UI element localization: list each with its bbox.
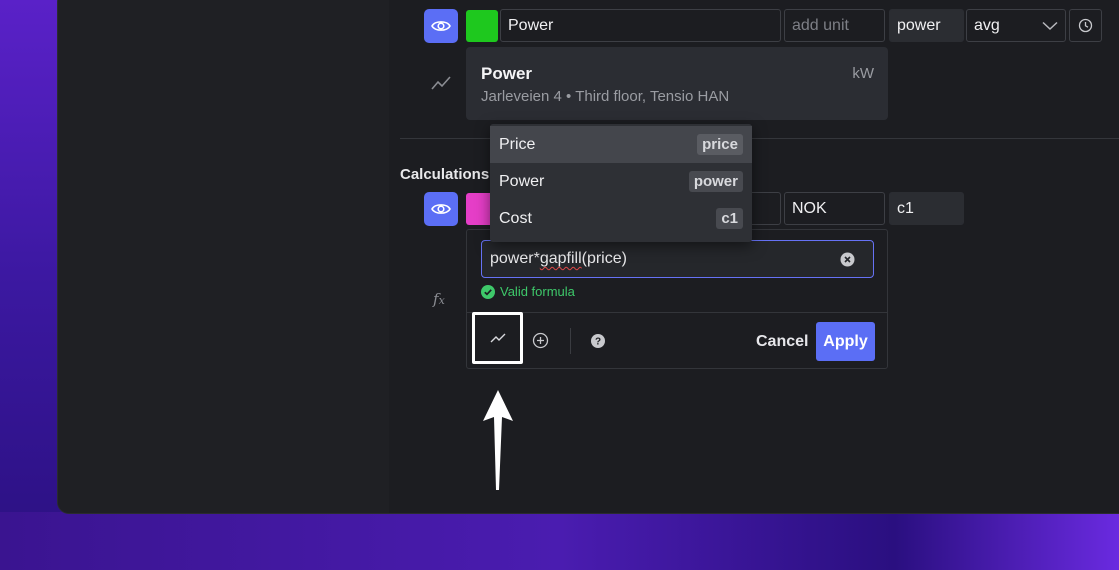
formula-text-error: gapfill — [539, 250, 582, 267]
formula-status-text: Valid formula — [500, 284, 575, 299]
desktop-background-bottom — [0, 512, 1119, 570]
unit-placeholder: add unit — [792, 16, 849, 34]
calc-unit-input[interactable]: NOK — [784, 192, 885, 225]
aggregation-select[interactable]: avg — [966, 9, 1066, 42]
eye-icon — [431, 21, 451, 31]
tooltip-subtitle: Jarleveien 4 • Third floor, Tensio HAN — [481, 88, 730, 105]
calculations-heading: Calculations — [400, 166, 490, 183]
trend-line-icon — [430, 74, 452, 97]
autocomplete-item-tag: c1 — [716, 208, 743, 229]
formula-editor: power* gapfill (price) Valid formula ? Can… — [466, 229, 888, 369]
calc-toggle-visibility-button[interactable] — [424, 192, 458, 226]
add-function-button[interactable] — [532, 332, 549, 354]
autocomplete-item[interactable]: Cost c1 — [490, 200, 752, 237]
calc-unit-value: NOK — [792, 199, 827, 217]
calc-variable-value: c1 — [897, 199, 914, 217]
toggle-visibility-button[interactable] — [424, 9, 458, 43]
autocomplete-item-label: Cost — [499, 209, 532, 227]
calc-variable-field[interactable]: c1 — [889, 192, 964, 225]
variable-name-field[interactable]: power — [889, 9, 964, 42]
eye-icon — [431, 204, 451, 214]
trend-line-icon — [490, 333, 505, 343]
plus-circle-icon — [532, 332, 549, 349]
formula-input[interactable]: power* gapfill (price) — [481, 240, 874, 278]
autocomplete-dropdown: Price price Power power Cost c1 — [490, 124, 752, 242]
desktop-background — [0, 0, 60, 570]
function-icon: fx — [433, 290, 445, 308]
series-name-value: Power — [508, 16, 554, 34]
series-info-tooltip: Power kW Jarleveien 4 • Third floor, Ten… — [466, 47, 888, 120]
clear-input-icon[interactable] — [840, 252, 855, 267]
formula-text-prefix: power* — [490, 250, 540, 267]
formula-footer-divider — [467, 312, 887, 313]
help-button[interactable]: ? — [591, 334, 605, 353]
formula-status: Valid formula — [481, 284, 575, 299]
chevron-down-icon — [1042, 21, 1058, 30]
apply-button[interactable]: Apply — [816, 322, 875, 361]
autocomplete-item[interactable]: Price price — [490, 126, 752, 163]
check-circle-icon — [481, 284, 495, 299]
tooltip-unit: kW — [852, 65, 874, 82]
autocomplete-item-label: Power — [499, 172, 545, 190]
formula-text-suffix: (price) — [581, 250, 627, 267]
autocomplete-item-tag: price — [697, 134, 743, 155]
autocomplete-item[interactable]: Power power — [490, 163, 752, 200]
unit-input[interactable]: add unit — [784, 9, 885, 42]
sidebar-panel — [58, 0, 389, 513]
insert-series-button[interactable] — [472, 312, 523, 364]
series-color-swatch[interactable] — [466, 10, 498, 42]
clock-icon — [1078, 18, 1093, 33]
series-name-input[interactable]: Power — [500, 9, 781, 42]
help-icon: ? — [591, 334, 605, 348]
toolbar-separator — [570, 328, 571, 354]
time-shift-button[interactable] — [1069, 9, 1102, 42]
aggregation-value: avg — [974, 16, 1000, 34]
cancel-button[interactable]: Cancel — [756, 323, 808, 361]
autocomplete-item-tag: power — [688, 171, 743, 192]
tooltip-title: Power — [481, 64, 533, 83]
variable-name-value: power — [897, 16, 941, 34]
autocomplete-item-label: Price — [499, 135, 536, 153]
svg-text:?: ? — [595, 337, 601, 348]
annotation-arrow — [483, 390, 513, 490]
